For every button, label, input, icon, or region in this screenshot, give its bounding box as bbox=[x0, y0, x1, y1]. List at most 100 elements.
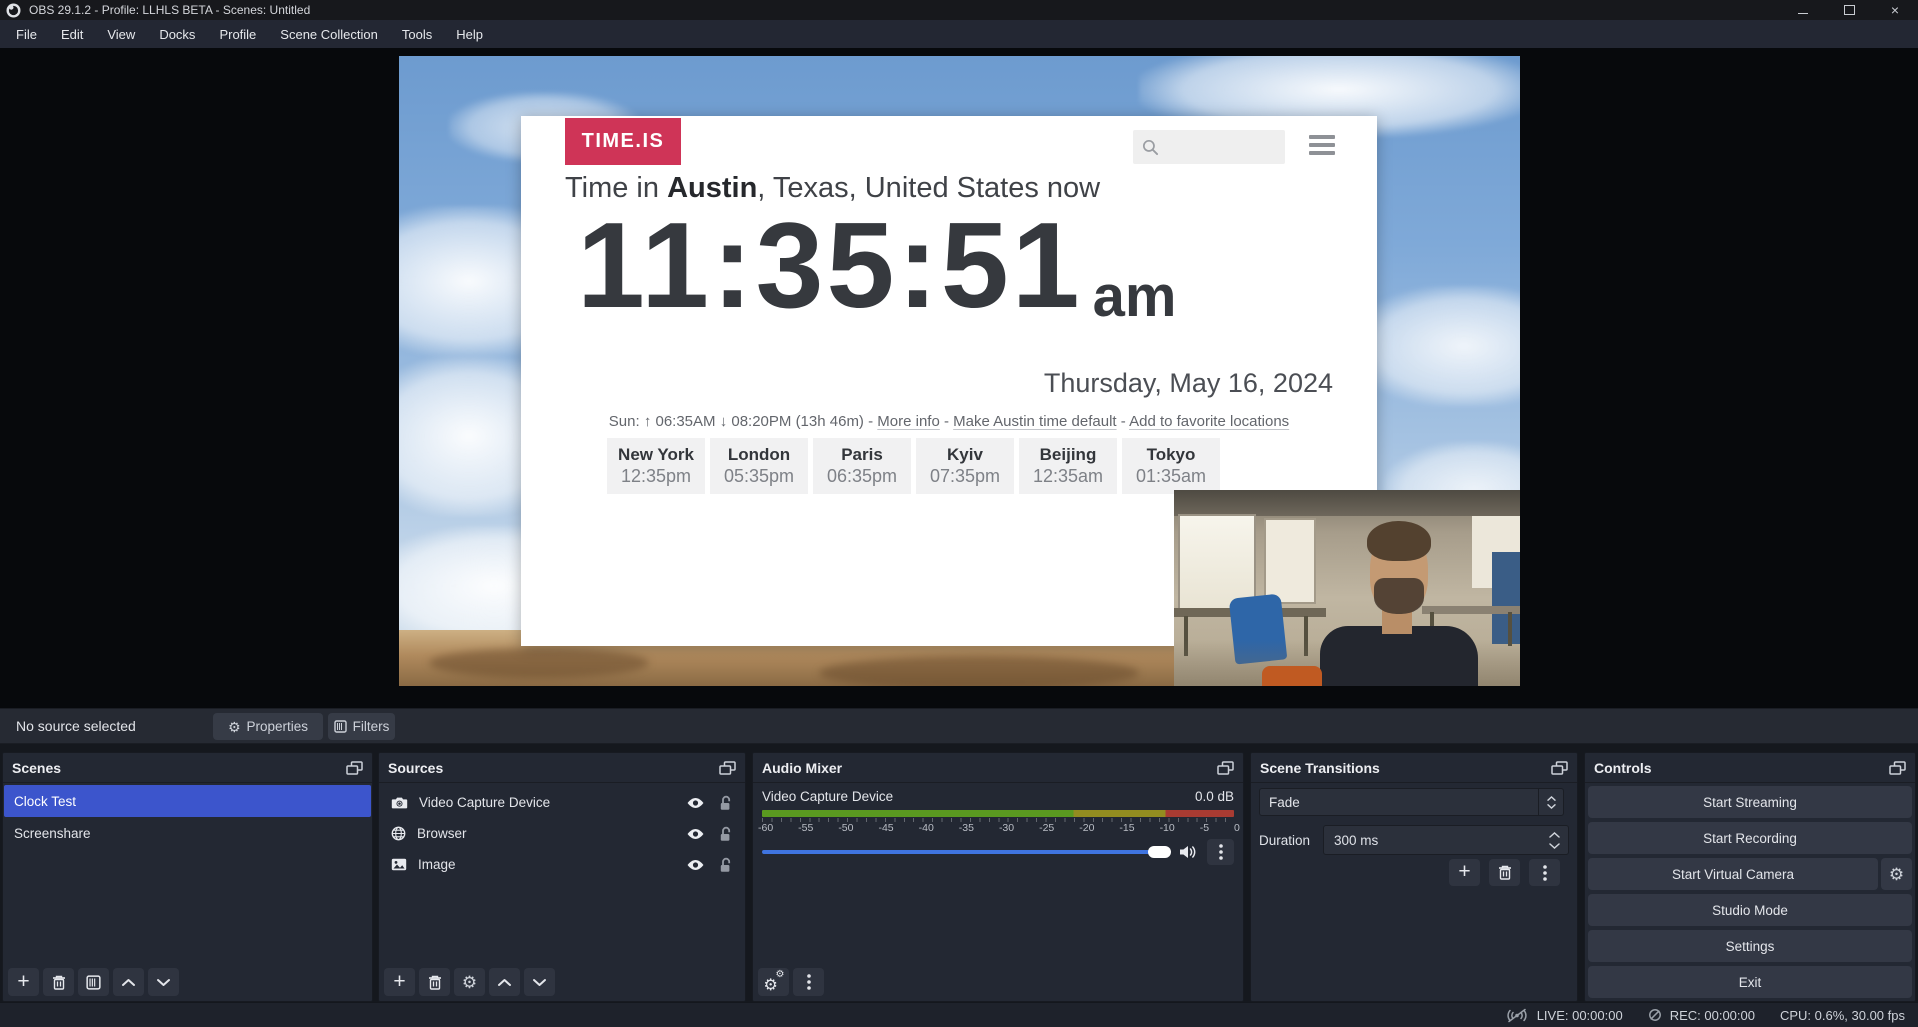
menu-tools[interactable]: Tools bbox=[390, 20, 444, 48]
menu-bar: File Edit View Docks Profile Scene Colle… bbox=[0, 20, 1918, 48]
transition-selected-value: Fade bbox=[1269, 795, 1300, 810]
scene-item-clock-test[interactable]: Clock Test bbox=[4, 785, 371, 817]
virtual-camera-settings-button[interactable]: ⚙ bbox=[1881, 858, 1912, 890]
source-row-image[interactable]: Image bbox=[379, 849, 745, 880]
settings-button[interactable]: Settings bbox=[1588, 930, 1912, 962]
gear-icon: ⚙ bbox=[764, 978, 778, 994]
volume-slider-row bbox=[762, 837, 1234, 865]
popout-icon[interactable] bbox=[346, 761, 363, 775]
live-time: LIVE: 00:00:00 bbox=[1537, 1008, 1623, 1023]
start-streaming-button[interactable]: Start Streaming bbox=[1588, 786, 1912, 818]
source-row-video-capture[interactable]: Video Capture Device bbox=[379, 787, 745, 818]
tick-label: -60 bbox=[758, 822, 773, 834]
exit-button[interactable]: Exit bbox=[1588, 966, 1912, 998]
source-row-icons bbox=[686, 795, 732, 811]
remove-scene-button[interactable] bbox=[43, 968, 74, 996]
sources-panel: Sources Video Capture Device Browser bbox=[378, 752, 746, 1002]
transitions-header[interactable]: Scene Transitions bbox=[1251, 753, 1577, 783]
unlock-icon[interactable] bbox=[718, 826, 732, 842]
title-bar[interactable]: OBS 29.1.2 - Profile: LLHLS BETA - Scene… bbox=[0, 0, 1918, 20]
source-properties-button[interactable]: ⚙ bbox=[454, 968, 485, 996]
gear-icon: ⚙ bbox=[776, 970, 785, 980]
source-label: Browser bbox=[417, 826, 675, 841]
menu-profile[interactable]: Profile bbox=[207, 20, 268, 48]
unlock-icon[interactable] bbox=[718, 857, 732, 873]
move-source-up-button[interactable] bbox=[489, 968, 520, 996]
filters-button[interactable]: Filters bbox=[328, 713, 395, 740]
eye-icon[interactable] bbox=[686, 828, 705, 840]
scenes-header[interactable]: Scenes bbox=[3, 753, 372, 783]
scene-label: Screenshare bbox=[14, 826, 91, 841]
volume-slider-track[interactable] bbox=[762, 850, 1158, 854]
controls-panel: Controls Start Streaming Start Recording… bbox=[1584, 752, 1916, 1002]
mixer-menu-button[interactable] bbox=[793, 968, 824, 996]
menu-help[interactable]: Help bbox=[444, 20, 495, 48]
gear-icon: ⚙ bbox=[462, 974, 477, 991]
studio-mode-button[interactable]: Studio Mode bbox=[1588, 894, 1912, 926]
popout-icon[interactable] bbox=[719, 761, 736, 775]
globe-icon bbox=[391, 826, 406, 841]
source-list: Video Capture Device Browser Image bbox=[379, 787, 745, 880]
audio-mixer-header[interactable]: Audio Mixer bbox=[753, 753, 1243, 783]
plus-icon: + bbox=[393, 971, 405, 992]
move-source-down-button[interactable] bbox=[524, 968, 555, 996]
city-name: Tokyo bbox=[1122, 445, 1220, 465]
remove-source-button[interactable] bbox=[419, 968, 450, 996]
menu-edit[interactable]: Edit bbox=[49, 20, 95, 48]
source-label: Image bbox=[418, 857, 675, 872]
tick-label: 0 bbox=[1234, 822, 1240, 834]
webcam-person-beard bbox=[1374, 578, 1424, 614]
city-box: Paris06:35pm bbox=[813, 438, 911, 494]
maximize-button[interactable] bbox=[1826, 0, 1872, 20]
controls-title: Controls bbox=[1594, 760, 1652, 776]
menu-view[interactable]: View bbox=[95, 20, 147, 48]
add-scene-button[interactable]: + bbox=[8, 968, 39, 996]
eye-icon[interactable] bbox=[686, 797, 705, 809]
tick-label: -30 bbox=[999, 822, 1014, 834]
speaker-icon[interactable] bbox=[1179, 845, 1198, 859]
chevron-down-icon bbox=[156, 978, 171, 987]
duration-spinbox[interactable]: 300 ms bbox=[1323, 825, 1569, 855]
eye-icon[interactable] bbox=[686, 859, 705, 871]
menu-scene-collection[interactable]: Scene Collection bbox=[268, 20, 390, 48]
webcam-window bbox=[1264, 518, 1316, 604]
properties-button[interactable]: ⚙ Properties bbox=[213, 713, 323, 740]
no-source-label: No source selected bbox=[16, 718, 136, 734]
minimize-button[interactable] bbox=[1780, 0, 1826, 20]
menu-file[interactable]: File bbox=[4, 20, 49, 48]
mixer-level-db: 0.0 dB bbox=[1195, 789, 1234, 804]
add-transition-button[interactable]: + bbox=[1449, 859, 1480, 886]
webcam-source[interactable] bbox=[1174, 490, 1520, 686]
start-virtual-camera-button[interactable]: Start Virtual Camera bbox=[1588, 858, 1878, 890]
source-row-browser[interactable]: Browser bbox=[379, 818, 745, 849]
remove-transition-button[interactable] bbox=[1489, 859, 1520, 886]
volume-slider-handle[interactable] bbox=[1148, 846, 1171, 858]
link-more-info: More info bbox=[877, 413, 940, 430]
popout-icon[interactable] bbox=[1551, 761, 1568, 775]
spin-arrows[interactable] bbox=[1549, 832, 1560, 849]
unlock-icon[interactable] bbox=[718, 795, 732, 811]
sources-header[interactable]: Sources bbox=[379, 753, 745, 783]
popout-icon[interactable] bbox=[1217, 761, 1234, 775]
webcam-ceiling bbox=[1174, 490, 1520, 516]
hamburger-menu-icon bbox=[1309, 135, 1335, 155]
scene-filters-button[interactable] bbox=[78, 968, 109, 996]
controls-header[interactable]: Controls bbox=[1585, 753, 1915, 783]
transition-select[interactable]: Fade bbox=[1259, 788, 1564, 816]
scene-label: Clock Test bbox=[14, 794, 76, 809]
move-scene-up-button[interactable] bbox=[113, 968, 144, 996]
dots-vertical-icon bbox=[1543, 865, 1547, 881]
add-source-button[interactable]: + bbox=[384, 968, 415, 996]
menu-docks[interactable]: Docks bbox=[147, 20, 207, 48]
start-recording-button[interactable]: Start Recording bbox=[1588, 822, 1912, 854]
move-scene-down-button[interactable] bbox=[148, 968, 179, 996]
advanced-audio-button[interactable]: ⚙ ⚙ bbox=[758, 968, 789, 996]
city-time: 07:35pm bbox=[916, 466, 1014, 487]
popout-icon[interactable] bbox=[1889, 761, 1906, 775]
scene-item-screenshare[interactable]: Screenshare bbox=[4, 817, 371, 849]
close-button[interactable]: × bbox=[1872, 0, 1918, 20]
mixer-channel-menu-button[interactable] bbox=[1207, 839, 1234, 865]
scene-canvas[interactable]: TIME.IS Time in Austin, Texas, United St… bbox=[399, 56, 1520, 686]
combo-spinner[interactable] bbox=[1538, 789, 1563, 815]
transition-properties-button[interactable] bbox=[1529, 859, 1560, 886]
